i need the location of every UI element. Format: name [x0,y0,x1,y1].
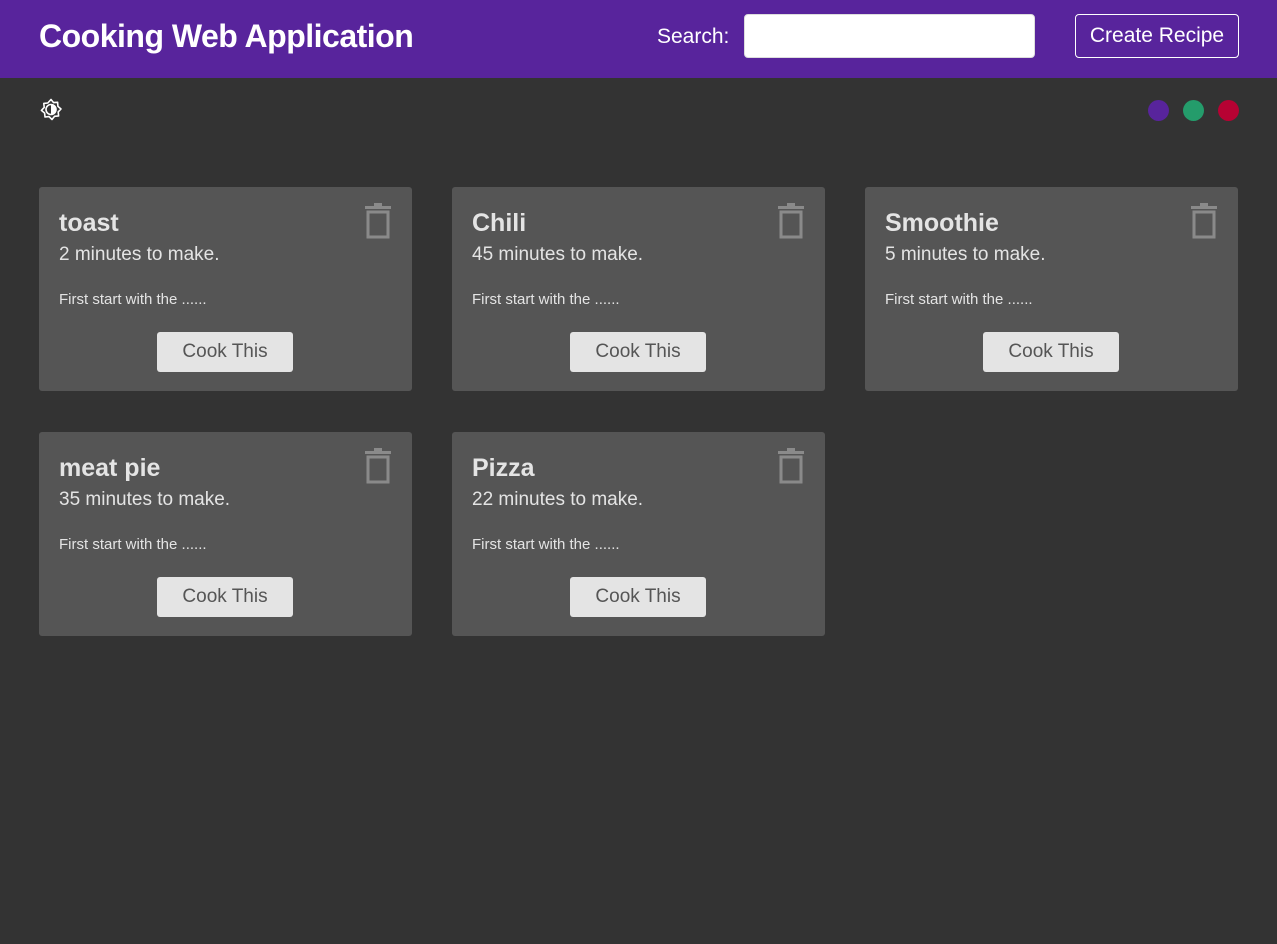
trash-icon-svg [365,448,391,484]
recipe-time: 22 minutes to make. [472,489,644,510]
cook-this-button[interactable]: Cook This [570,577,706,617]
recipe-title: meat pie [59,454,161,482]
recipe-method: First start with the ...... [885,291,1033,308]
theme-color-purple[interactable] [1148,100,1169,121]
recipe-title: toast [59,209,119,237]
recipe-title: Chili [472,209,527,237]
recipe-method: First start with the ...... [472,536,620,553]
recipe-time: 35 minutes to make. [59,489,231,510]
brightness-icon[interactable] [39,98,63,122]
recipe-card: toast 2 minutes to make. First start wit… [39,187,412,391]
search-input[interactable] [744,14,1035,58]
recipe-title: Pizza [472,454,535,482]
recipe-card: Chili 45 minutes to make. First start wi… [452,187,825,391]
trash-icon-svg [1191,203,1217,239]
recipe-card: Pizza 22 minutes to make. First start wi… [452,432,825,636]
trash-icon-svg [778,203,804,239]
recipe-method: First start with the ...... [59,291,207,308]
trash-icon-svg [365,203,391,239]
trash-icon[interactable] [776,447,806,485]
recipe-title: Smoothie [885,209,999,237]
recipe-time: 45 minutes to make. [472,244,644,265]
theme-color-green[interactable] [1183,100,1204,121]
trash-icon[interactable] [1189,202,1219,240]
cook-this-button[interactable]: Cook This [983,332,1119,372]
recipe-time: 2 minutes to make. [59,244,220,265]
recipe-card: meat pie 35 minutes to make. First start… [39,432,412,636]
app-title[interactable]: Cooking Web Application [39,16,414,56]
cook-this-button[interactable]: Cook This [157,332,293,372]
app-root: Cooking Web Application Search: Create R… [0,0,1277,944]
recipe-card: Smoothie 5 minutes to make. First start … [865,187,1238,391]
trash-icon[interactable] [776,202,806,240]
create-recipe-button[interactable]: Create Recipe [1075,14,1239,58]
recipe-method: First start with the ...... [59,536,207,553]
recipe-time: 5 minutes to make. [885,244,1046,265]
trash-icon-svg [778,448,804,484]
theme-color-red[interactable] [1218,100,1239,121]
trash-icon[interactable] [363,202,393,240]
brightness-icon-svg [40,98,62,121]
search-label: Search: [657,25,730,48]
navbar: Cooking Web Application Search: Create R… [0,0,1277,78]
recipe-method: First start with the ...... [472,291,620,308]
cook-this-button[interactable]: Cook This [570,332,706,372]
cook-this-button[interactable]: Cook This [157,577,293,617]
trash-icon[interactable] [363,447,393,485]
